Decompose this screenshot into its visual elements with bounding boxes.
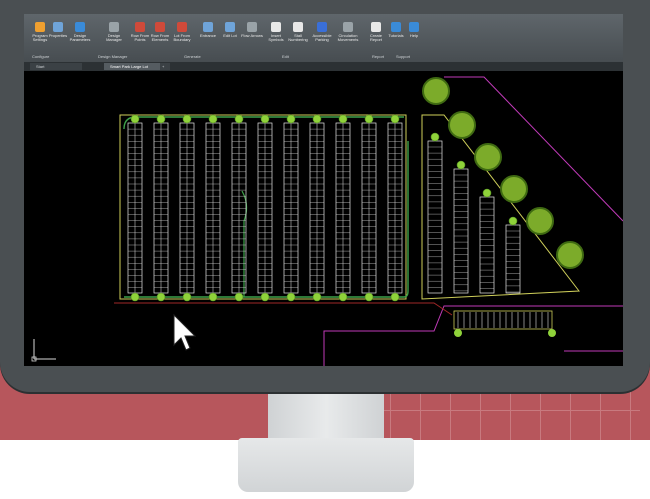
ribbon-button-label: Flow Arrows xyxy=(241,33,263,38)
ribbon-group-label: Edit xyxy=(282,54,289,59)
tree-icon xyxy=(474,143,502,171)
diagonal-stall-row xyxy=(479,188,495,294)
ribbon-button-16[interactable]: Help xyxy=(402,22,426,38)
tree-icon xyxy=(422,77,450,105)
tab-start[interactable]: Start xyxy=(30,63,82,70)
tree-icon xyxy=(556,241,584,269)
stall-row xyxy=(153,114,169,302)
diagonal-stall-row xyxy=(505,216,521,294)
stall-row xyxy=(387,114,403,302)
ribbon-button-label: Design Manager xyxy=(106,33,122,42)
ribbon-button-6[interactable]: Lot From Boundary xyxy=(170,22,194,42)
ribbon-button-label: Insert Symbols xyxy=(268,33,284,42)
property-line xyxy=(444,76,623,222)
ribbon-icon xyxy=(343,22,353,32)
screen: Program Settings Properties Design Paramet… xyxy=(24,14,623,366)
diagonal-stall-row xyxy=(453,160,469,294)
ribbon-button-10[interactable]: Insert Symbols xyxy=(264,22,288,42)
ribbon-group-label: Report xyxy=(372,54,385,59)
ribbon-button-2[interactable]: Design Parameters xyxy=(68,22,92,42)
new-tab-button[interactable]: + xyxy=(160,63,170,70)
parking-lot-drawing[interactable] xyxy=(24,71,623,366)
ribbon-button-label: Entrance xyxy=(199,33,216,38)
ribbon-button-12[interactable]: Accessible Parking xyxy=(310,22,334,42)
ribbon-button-label: Accessible Parking xyxy=(312,33,332,42)
cursor-arrow-icon xyxy=(173,313,197,351)
ribbon-icon xyxy=(177,22,187,32)
ribbon-icon xyxy=(53,22,63,32)
ribbon-group-label: Support xyxy=(396,54,411,59)
lot-boundary-main xyxy=(119,114,407,300)
ribbon-button-label: Circulation Movements xyxy=(337,33,359,42)
ribbon-icon xyxy=(371,22,381,32)
ribbon-button-label: Stall Numbering xyxy=(288,33,308,42)
ribbon-button-7[interactable]: Entrance xyxy=(196,22,220,38)
monitor: Program Settings Properties Design Paramet… xyxy=(0,0,650,392)
ribbon-button-3[interactable]: Design Manager xyxy=(102,22,126,42)
ribbon-icon xyxy=(293,22,303,32)
stall-row xyxy=(361,114,377,302)
ribbon-icon xyxy=(35,22,45,32)
ribbon-button-9[interactable]: Flow Arrows xyxy=(240,22,264,38)
diagonal-stall-row xyxy=(427,132,443,294)
monitor-stand-base xyxy=(238,438,414,492)
stall-row xyxy=(335,114,351,302)
ribbon-icon xyxy=(409,22,419,32)
ribbon-button-5[interactable]: Row From Elements xyxy=(148,22,172,42)
ribbon-button-1[interactable]: Properties xyxy=(46,22,70,38)
ribbon-button-label: Create Report xyxy=(369,33,382,42)
ribbon-button-label: Lot From Boundary xyxy=(173,33,191,42)
monitor-stand-neck xyxy=(268,392,384,438)
ribbon-button-label: Design Parameters xyxy=(69,33,91,42)
ribbon-button-13[interactable]: Circulation Movements xyxy=(336,22,360,42)
stall-row xyxy=(257,114,273,302)
drawing-canvas[interactable] xyxy=(24,71,623,366)
stall-row xyxy=(205,114,221,302)
ribbon-icon xyxy=(135,22,145,32)
ribbon-button-11[interactable]: Stall Numbering xyxy=(286,22,310,42)
ribbon-icon xyxy=(391,22,401,32)
ucs-icon xyxy=(31,339,56,362)
ribbon-icon xyxy=(155,22,165,32)
drive-aisle xyxy=(124,141,409,298)
ribbon-icon xyxy=(203,22,213,32)
ribbon-group-label: Generate xyxy=(184,54,201,59)
curb-line xyxy=(114,302,453,316)
ribbon-group-label: Design Manager xyxy=(98,54,128,59)
stall-row xyxy=(179,114,195,302)
tab-smart-park-large-lot[interactable]: Smart Park Large Lot xyxy=(104,63,166,70)
parking-stall-rows xyxy=(127,114,403,302)
bottom-stall-block xyxy=(453,310,553,330)
ribbon-icon xyxy=(75,22,85,32)
ribbon-icon xyxy=(317,22,327,32)
ribbon-icon xyxy=(247,22,257,32)
ribbon-button-label: Properties xyxy=(48,33,68,38)
bottom-stalls xyxy=(454,312,556,337)
ribbon-button-label: Row From Points xyxy=(130,33,150,42)
property-line xyxy=(323,305,623,366)
tree-icon xyxy=(448,111,476,139)
ribbon-icon xyxy=(271,22,281,32)
ribbon-toolbar: Program Settings Properties Design Paramet… xyxy=(24,14,623,63)
ribbon-icon xyxy=(225,22,235,32)
lot-boundary-east xyxy=(421,114,580,300)
stall-row xyxy=(283,114,299,302)
stall-row xyxy=(127,114,143,302)
tree-icon xyxy=(526,207,554,235)
ribbon-icon xyxy=(109,22,119,32)
tree-icon xyxy=(500,175,528,203)
ribbon-button-label: Row From Elements xyxy=(150,33,170,42)
ribbon-button-label: Edit Lot xyxy=(223,33,237,38)
ribbon-group-label: Configure xyxy=(32,54,50,59)
ribbon-button-label: Help xyxy=(409,33,419,38)
ribbon-button-8[interactable]: Edit Lot xyxy=(218,22,242,38)
trees xyxy=(422,77,584,269)
stall-row xyxy=(309,114,325,302)
document-tabs: Start Smart Park Large Lot + xyxy=(24,62,623,71)
